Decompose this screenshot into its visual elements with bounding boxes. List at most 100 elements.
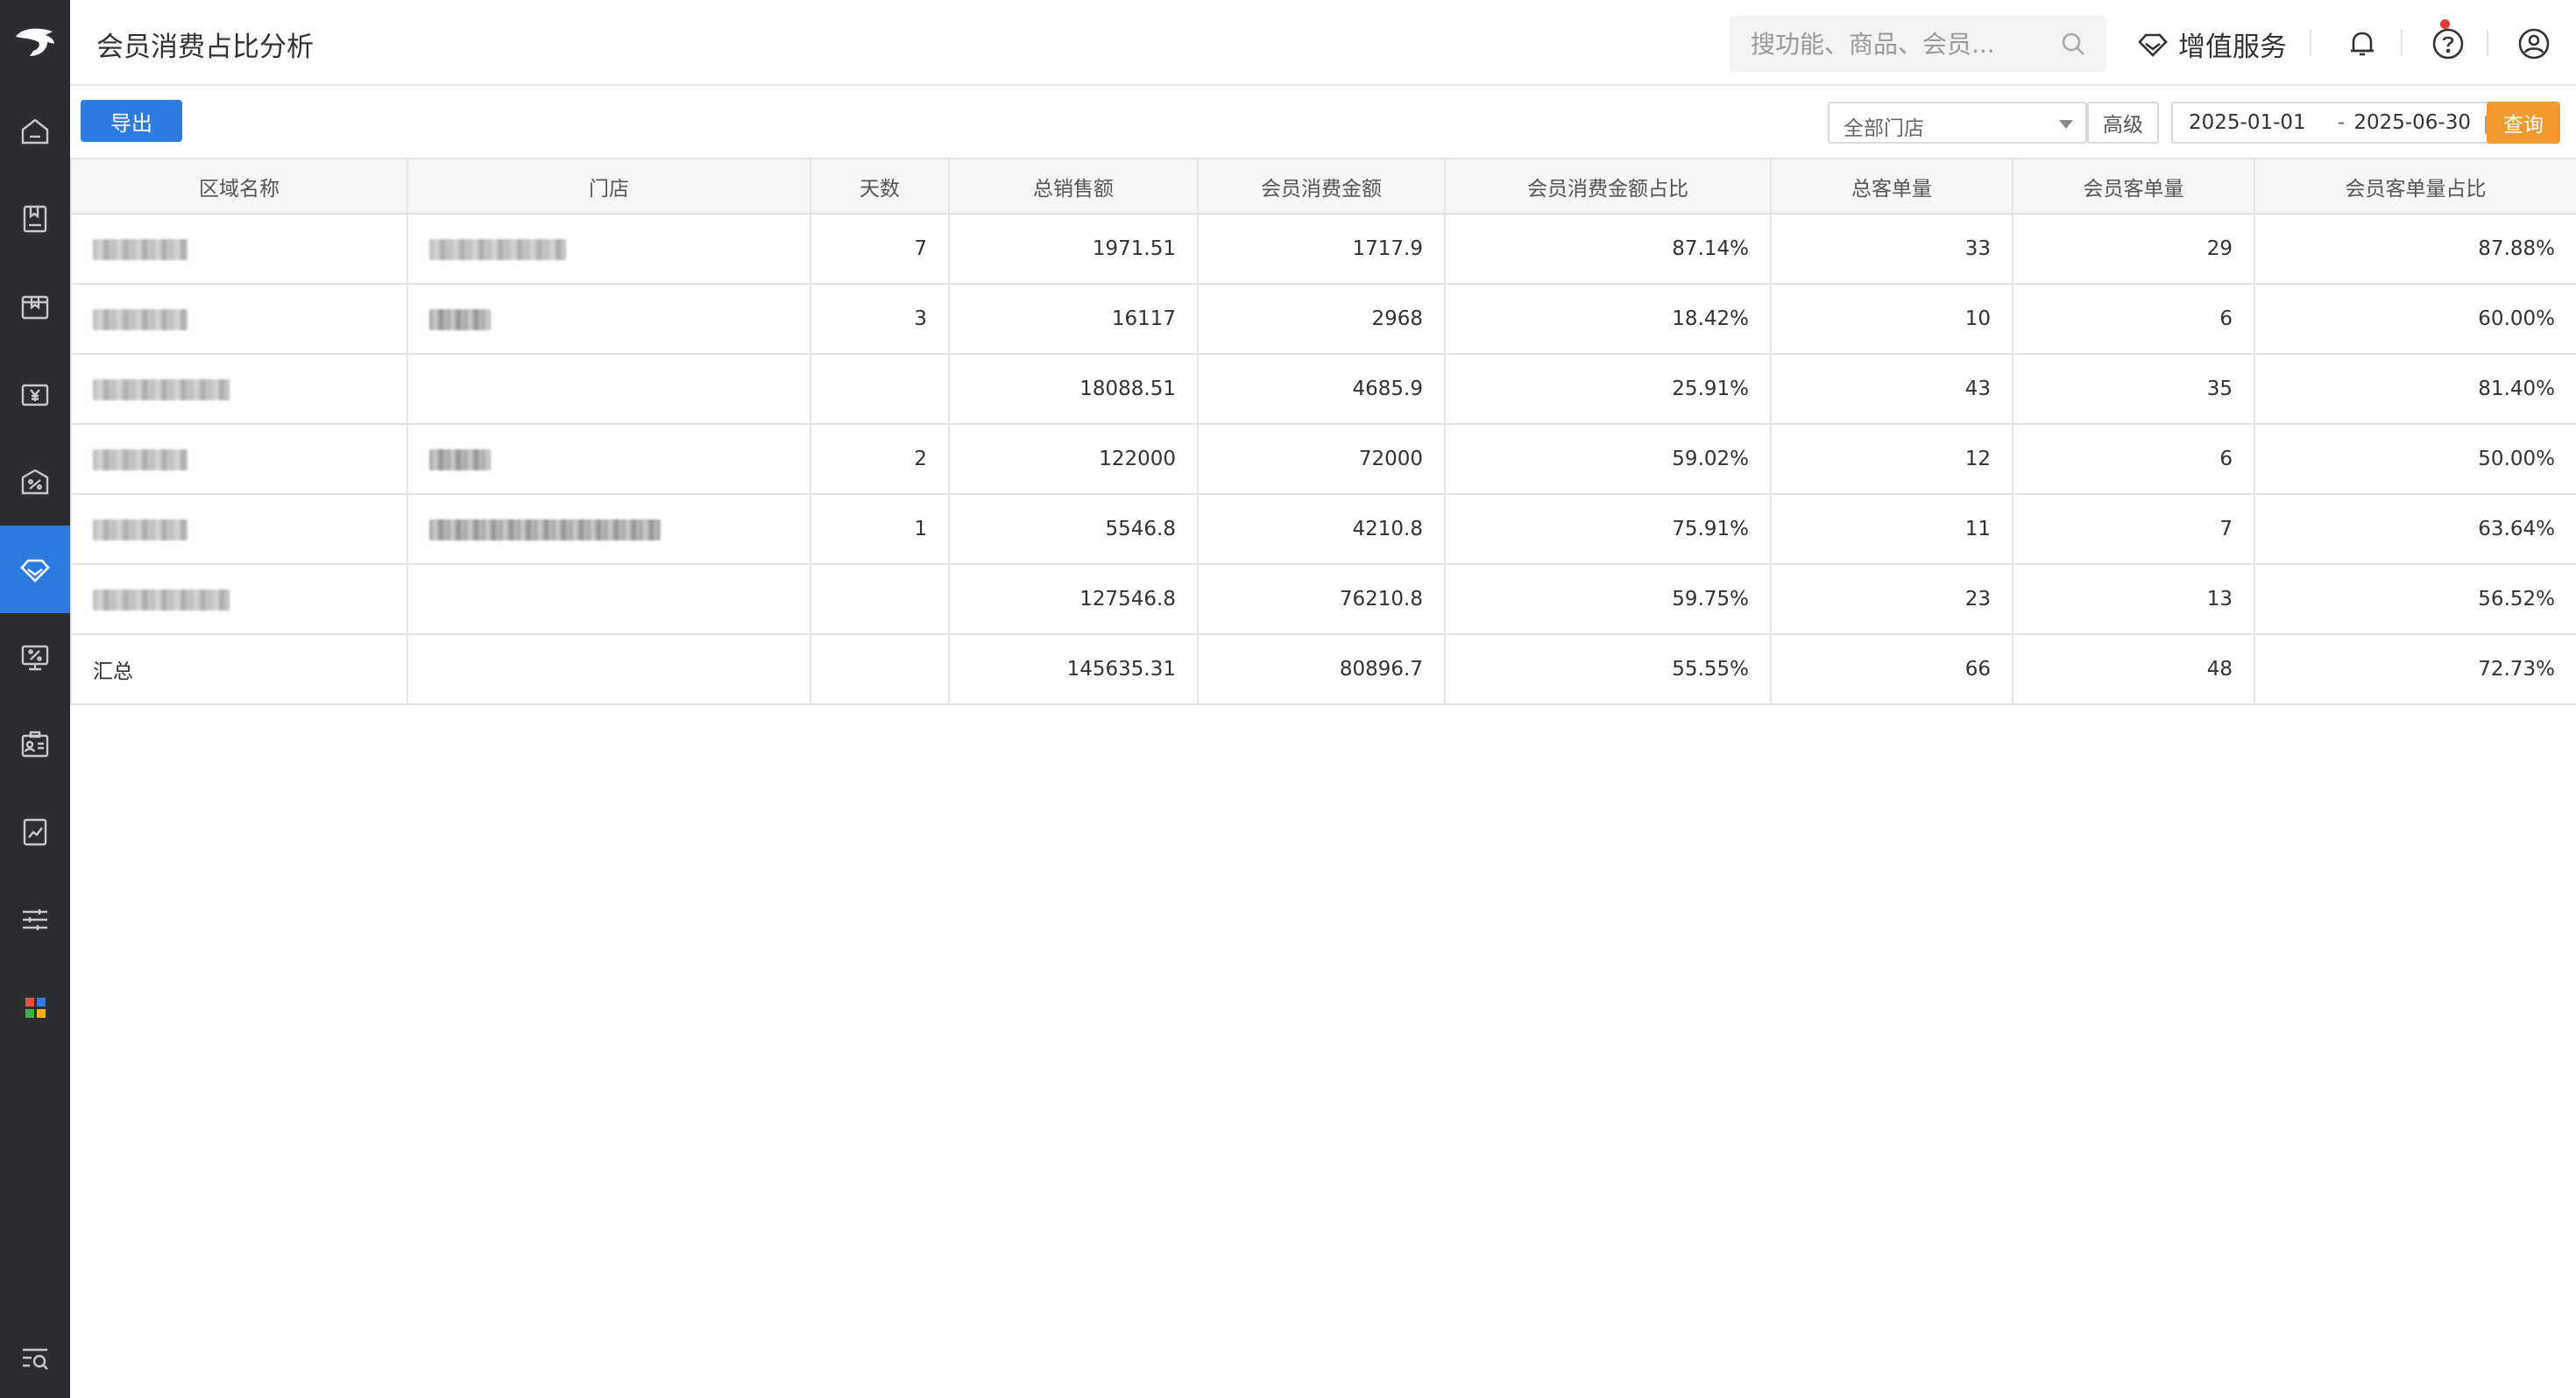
member-amount-ratio-cell: 55.55% [1444,633,1772,705]
table-row[interactable]: 127546.8 76210.8 59.75% 23 13 56.52% [70,563,2576,635]
column-header[interactable]: 会员客单量 [2012,158,2255,215]
date-end[interactable]: 2025-06-30 [2348,111,2471,134]
member-orders-ratio-cell: 81.40% [2254,353,2576,425]
column-header[interactable]: 总销售额 [948,158,1199,215]
store-cell [407,283,811,355]
column-header[interactable]: 区域名称 [70,158,408,215]
search-input[interactable] [1751,16,2049,72]
days-cell: 7 [810,213,950,285]
query-button[interactable]: 查询 [2487,102,2560,144]
member-orders-ratio-cell: 56.52% [2254,563,2576,635]
member-orders-cell: 29 [2012,213,2255,285]
store-cell [407,423,811,495]
member-amount-cell: 80896.7 [1197,633,1446,705]
member-orders-ratio-cell: 60.00% [2254,283,2576,355]
days-cell: 3 [810,283,950,355]
days-cell: 2 [810,423,950,495]
table-row[interactable]: 18088.51 4685.9 25.91% 43 35 81.40% [70,353,2576,425]
member-amount-ratio-cell: 75.91% [1444,493,1772,565]
region-cell [70,493,408,565]
redacted-text [429,238,566,260]
toolbar: 导出 全部门店 高级 2025-01-01 - 2025-06-30 查询 [70,88,2576,158]
sidebar-item-marketing[interactable] [0,438,70,526]
diamond-icon [20,559,50,582]
user-avatar-icon[interactable] [2516,26,2551,61]
store-select[interactable]: 全部门店 [1828,102,2087,144]
column-header[interactable]: 会员消费金额 [1197,158,1446,215]
monitor-percent-icon [21,645,49,671]
days-cell: 1 [810,493,950,565]
sidebar-item-home[interactable] [0,88,70,175]
sidebar [0,0,70,1398]
global-search[interactable] [1730,16,2106,72]
total-orders-cell: 43 [1770,353,2013,425]
column-header[interactable]: 天数 [810,158,950,215]
member-amount-ratio-cell: 59.02% [1444,423,1772,495]
box-icon [21,295,49,320]
redacted-text [429,308,491,330]
member-orders-cell: 7 [2012,493,2255,565]
sidebar-item-member[interactable] [0,526,70,613]
column-header[interactable]: 会员消费金额占比 [1444,158,1772,215]
advanced-filter-button[interactable]: 高级 [2087,102,2159,144]
column-header[interactable]: 总客单量 [1770,158,2013,215]
total-orders-cell: 12 [1770,423,2013,495]
header-divider [2310,30,2311,56]
summary-label: 汇总 [70,633,408,705]
sidebar-menu-search[interactable] [0,1314,70,1398]
date-start[interactable]: 2025-01-01 [2189,111,2306,134]
redacted-text [429,519,661,540]
book-icon [23,205,47,233]
days-cell [810,353,950,425]
store-cell [407,353,811,425]
table-row[interactable]: 1 5546.8 4210.8 75.91% 11 7 63.64% [70,493,2576,565]
sidebar-item-inventory[interactable] [0,263,70,350]
redacted-text [93,448,188,470]
region-cell [70,423,408,495]
sidebar-item-report[interactable] [0,788,70,876]
diamond-icon [2138,33,2168,57]
days-cell [810,633,950,705]
date-range-picker[interactable]: 2025-01-01 - 2025-06-30 [2171,102,2516,144]
sidebar-item-finance[interactable] [0,350,70,438]
sidebar-item-apps[interactable] [0,964,70,1051]
total-sales-cell: 145635.31 [948,633,1199,705]
header-divider [2487,30,2488,56]
total-orders-cell: 66 [1770,633,2013,705]
table-row[interactable]: 7 1971.51 1717.9 87.14% 33 29 87.88% [70,213,2576,285]
region-cell [70,213,408,285]
total-orders-cell: 23 [1770,563,2013,635]
member-orders-cell: 6 [2012,283,2255,355]
sidebar-item-promotion[interactable] [0,613,70,701]
member-amount-cell: 4685.9 [1197,353,1446,425]
total-orders-cell: 33 [1770,213,2013,285]
sliders-icon [23,909,47,930]
table-row[interactable]: 3 16117 2968 18.42% 10 6 60.00% [70,283,2576,355]
yen-icon [21,384,49,406]
search-icon[interactable] [2059,30,2087,58]
id-card-icon [21,731,49,758]
table-header-row: 区域名称 门店 天数 总销售额 会员消费金额 会员消费金额占比 总客单量 会员客… [70,158,2576,215]
help-icon[interactable] [2431,26,2466,61]
store-cell [407,213,811,285]
sidebar-item-goods[interactable] [0,175,70,263]
app-logo[interactable] [0,0,70,84]
member-amount-cell: 1717.9 [1197,213,1446,285]
total-orders-cell: 11 [1770,493,2013,565]
member-amount-ratio-cell: 18.42% [1444,283,1772,355]
total-sales-cell: 16117 [948,283,1199,355]
sidebar-item-settings[interactable] [0,876,70,964]
table-row[interactable]: 2 122000 72000 59.02% 12 6 50.00% [70,423,2576,495]
store-cell [407,493,811,565]
days-cell [810,563,950,635]
column-header[interactable]: 门店 [407,158,811,215]
header-divider [2401,30,2403,56]
export-button[interactable]: 导出 [81,100,182,142]
bell-icon[interactable] [2345,26,2380,61]
sidebar-item-staff[interactable] [0,701,70,788]
total-sales-cell: 1971.51 [948,213,1199,285]
member-orders-cell: 35 [2012,353,2255,425]
value-added-services-button[interactable]: 增值服务 [2136,23,2287,65]
top-header: 会员消费占比分析 增值服务 [70,0,2576,86]
column-header[interactable]: 会员客单量占比 [2254,158,2576,215]
